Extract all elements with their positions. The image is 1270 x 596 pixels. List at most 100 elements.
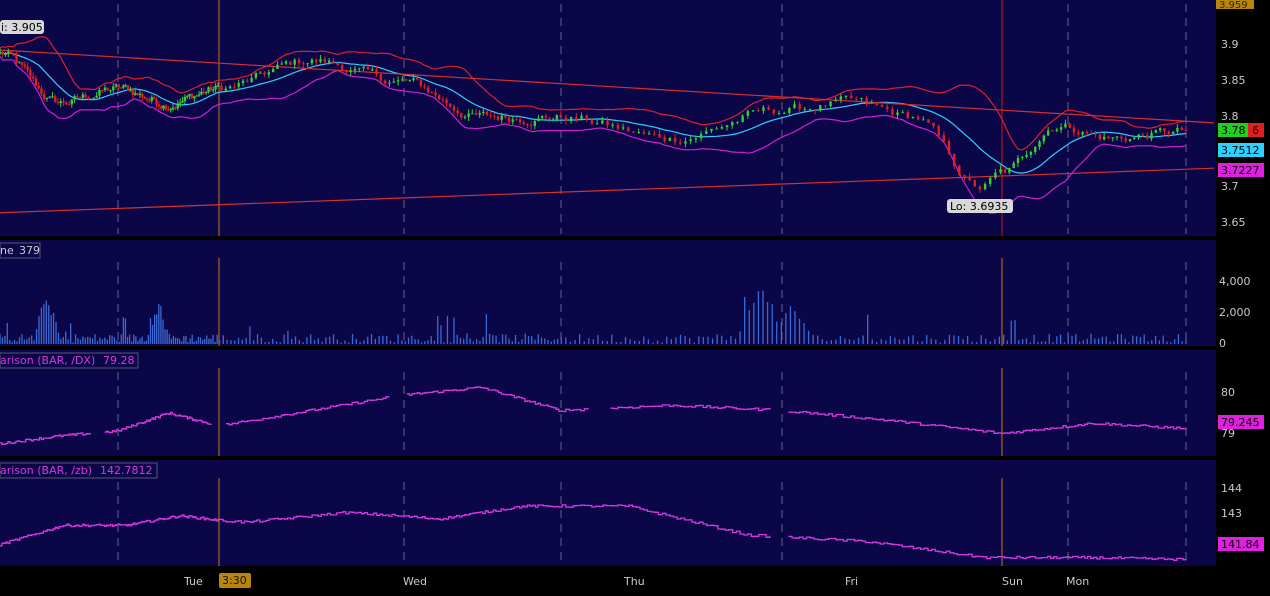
- candle-body: [62, 101, 65, 103]
- candle-body: [267, 72, 271, 75]
- candle-body: [18, 62, 21, 64]
- candle-body: [658, 133, 661, 138]
- candle-body: [865, 97, 868, 103]
- candle-body: [449, 103, 452, 107]
- candle-body: [152, 97, 156, 100]
- candle-body: [1158, 128, 1162, 131]
- candle-body: [366, 66, 370, 70]
- candle-body: [396, 80, 400, 82]
- candle-body: [478, 112, 481, 115]
- candle-body: [1094, 133, 1097, 135]
- lo-label: Lo: 3.6935: [950, 200, 1008, 213]
- candle-body: [1021, 156, 1024, 158]
- candle-body: [1029, 152, 1033, 155]
- candle-body: [540, 116, 544, 119]
- candle-body: [590, 120, 594, 124]
- candle-body: [207, 87, 210, 93]
- candle-body: [1, 52, 4, 55]
- candle-body: [1042, 135, 1046, 142]
- candle-body: [1034, 147, 1037, 153]
- price-tick: 3.8: [1221, 110, 1239, 123]
- candle-body: [174, 107, 177, 109]
- candle-body: [81, 94, 85, 98]
- candle-body: [1102, 136, 1106, 140]
- candle-body: [673, 138, 677, 143]
- candle-body: [297, 59, 301, 64]
- candle-body: [160, 106, 163, 109]
- candle-body: [611, 124, 614, 126]
- candle-body: [1038, 141, 1041, 148]
- candle-body: [1008, 168, 1011, 173]
- candle-body: [141, 93, 144, 98]
- candle-body: [112, 86, 115, 91]
- candle-body: [1184, 129, 1188, 131]
- candle-body: [1107, 136, 1110, 139]
- price-tick: 3.65: [1221, 216, 1246, 229]
- candle-body: [808, 109, 812, 111]
- candle-body: [284, 61, 288, 64]
- dx-panel[interactable]: [0, 350, 1216, 456]
- zb-panel[interactable]: [0, 460, 1216, 566]
- x-label-mon: Mon: [1066, 575, 1089, 588]
- candle-body: [197, 94, 201, 96]
- candle-body: [642, 132, 646, 134]
- candle-body: [679, 142, 682, 144]
- candle-body: [438, 95, 441, 100]
- candle-body: [927, 119, 930, 123]
- price-tick: 3.9: [1221, 38, 1239, 51]
- candle-body: [423, 85, 426, 88]
- candle-body: [131, 90, 135, 95]
- candle-body: [31, 76, 35, 79]
- candle-body: [101, 89, 104, 91]
- candle-body: [793, 104, 796, 109]
- candle-body: [891, 108, 894, 115]
- candle-body: [48, 96, 51, 98]
- candle-body: [126, 85, 130, 91]
- candle-body: [684, 141, 687, 144]
- candle-body: [427, 87, 430, 93]
- candle-body: [332, 60, 335, 64]
- candle-body: [994, 172, 997, 178]
- candle-body: [43, 94, 46, 99]
- candle-body: [302, 63, 305, 65]
- candle-body: [518, 119, 522, 123]
- zb-header-value: 142.7812: [100, 464, 153, 477]
- candle-body: [176, 103, 179, 109]
- x-label-thu: Thu: [623, 575, 645, 588]
- candle-body: [362, 66, 365, 69]
- candle-body: [441, 99, 445, 101]
- candle-body: [26, 66, 29, 70]
- candle-body: [834, 99, 837, 102]
- zb-tick: 143: [1221, 507, 1242, 520]
- candle-body: [668, 138, 672, 141]
- candle-body: [171, 107, 175, 110]
- candle-body: [968, 177, 971, 181]
- candle-body: [515, 119, 518, 121]
- candle-body: [445, 99, 448, 104]
- candle-body: [1081, 132, 1084, 135]
- zb-value-label: 141.84: [1221, 538, 1260, 551]
- candle-body: [29, 69, 32, 77]
- candle-body: [932, 122, 935, 127]
- candle-body: [544, 116, 548, 118]
- candle-body: [117, 84, 120, 88]
- candle-body: [1124, 138, 1127, 142]
- candle-body: [537, 118, 540, 122]
- candle-body: [143, 97, 146, 99]
- candle-body: [978, 186, 982, 190]
- candle-body: [529, 125, 533, 127]
- price-tick: 3.7: [1221, 180, 1239, 193]
- candle-body: [467, 113, 470, 117]
- candle-body: [415, 78, 419, 80]
- candle-body: [87, 97, 90, 100]
- candle-body: [323, 58, 327, 63]
- candle-body: [616, 124, 620, 129]
- candle-body: [145, 98, 149, 100]
- candle-body: [1025, 154, 1028, 157]
- dx-tick: 80: [1221, 386, 1235, 399]
- candle-body: [452, 106, 456, 111]
- candle-body: [155, 99, 158, 105]
- candle-body: [1176, 127, 1179, 132]
- volume-panel[interactable]: [0, 240, 1216, 346]
- candle-body: [911, 116, 915, 119]
